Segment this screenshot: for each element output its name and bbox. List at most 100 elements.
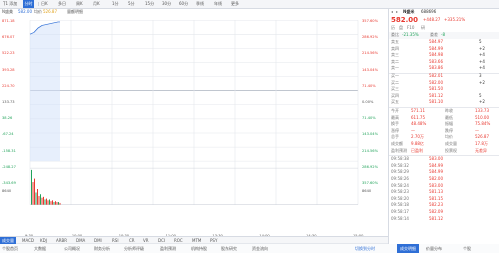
tab-trade-detail[interactable]: 成交明细 (397, 244, 419, 253)
order-price: 583.86 (429, 65, 443, 71)
sell-level[interactable]: 卖三 584.98 +4 (389, 52, 499, 59)
nav-finance[interactable]: 财务分析 (94, 244, 110, 253)
tab-multi-day[interactable]: 多日 (58, 0, 66, 8)
tab-intraday[interactable]: 分时 (23, 0, 34, 8)
tag-board[interactable]: 盘 (399, 25, 403, 32)
tick-price: 583.00 (429, 182, 443, 188)
tab-weekly[interactable]: 周K (76, 0, 83, 8)
tick-price: 582.23 (429, 202, 443, 208)
tab-5min[interactable]: 5分 (128, 0, 135, 8)
tag-f10[interactable]: F10 (407, 25, 414, 32)
tab-stock[interactable]: 个股 (463, 244, 471, 253)
sell-level[interactable]: 卖二 583.66 +4 (389, 59, 499, 66)
stat-l1: 总手 (391, 134, 399, 140)
indicator-dma[interactable]: DMA (74, 237, 87, 244)
y-tick-left: -158.31 (2, 148, 16, 153)
nav-holders[interactable]: 股东研究 (221, 244, 237, 253)
tick-price: 583.00 (429, 156, 443, 162)
next-arrow-icon[interactable]: ▸ (396, 9, 398, 16)
order-price: 581.50 (429, 86, 443, 92)
tick-price: 581.13 (429, 189, 443, 195)
y-tick-right: 0.00% (362, 100, 374, 104)
indicator-psy[interactable]: PSY (208, 237, 219, 244)
indicator-kdj[interactable]: KDJ (38, 237, 49, 244)
tick-time: 09:58:29 (391, 169, 409, 175)
tag-history[interactable]: 历 (391, 25, 395, 32)
tick-price: 581.15 (429, 195, 443, 201)
tab-season[interactable]: 季线 (196, 0, 204, 8)
y-tick-right: 143.04% (362, 67, 378, 72)
nav-home[interactable]: 个股首页 (2, 244, 18, 253)
tab-1min[interactable]: 1分 (112, 0, 119, 8)
trade-tick-row: 09:58:23 581.13 (389, 189, 499, 196)
tab-60min[interactable]: 60分 (179, 0, 188, 8)
sell-level[interactable]: 卖一 583.86 +4 (389, 65, 499, 72)
tab-year[interactable]: 年线 (214, 0, 222, 8)
indicator-mtm[interactable]: MTM (190, 237, 203, 244)
order-price: 584.98 (429, 52, 443, 58)
order-level-label: 卖一 (391, 65, 399, 71)
stat-l1: 换手 (391, 121, 399, 127)
tab-15min[interactable]: 15分 (145, 0, 154, 8)
bottom-nav: 个股首页 大数据 公司概况 财务分析 分析师评级 盈利预测 机构持股 股东研究 … (0, 244, 499, 253)
nav-bigdata[interactable]: 大数据 (34, 244, 46, 253)
axis-labels: 871.18 357.60% 676.07 286.92% 522.23 214.56% 3… (0, 15, 388, 238)
last-price: 582.00 (391, 16, 419, 24)
weibi-label: 委比 (391, 32, 399, 37)
order-price: 584.97 (429, 39, 443, 44)
nav-institution[interactable]: 机构持股 (191, 244, 207, 253)
stat-row: 最高 611.75 最低 510.00 (389, 115, 499, 122)
price-change: +448.27 (423, 17, 441, 22)
order-price: 581.10 (429, 99, 443, 105)
sell-level[interactable]: 卖四 584.99 +2 (389, 46, 499, 53)
indicator-arbr[interactable]: ARBR (54, 237, 69, 244)
tab-30min[interactable]: 30分 (162, 0, 171, 8)
indicator-dmi[interactable]: DMI (92, 237, 104, 244)
buy-level[interactable]: 买二 582.00 +2 (389, 80, 499, 87)
indicator-cr[interactable]: CR (127, 237, 137, 244)
nav-profile[interactable]: 公司概况 (64, 244, 80, 253)
buy-level[interactable]: 买四 581.12 5 (389, 93, 499, 100)
indicator-volume[interactable]: 成交量 (0, 237, 16, 244)
trade-tick-row: 09:58:18 582.23 (389, 202, 499, 209)
trade-tick-row: 09:58:17 582.09 (389, 209, 499, 216)
volume-max-label-right: 8640 (362, 189, 372, 193)
indicator-macd[interactable]: MACD (20, 237, 36, 244)
tab-daily[interactable]: 日K (41, 0, 48, 8)
y-tick-right: 357.60% (362, 181, 378, 185)
tag-research[interactable]: 研 (421, 25, 425, 32)
switch-intraday-button[interactable]: 切换到分时 (355, 244, 375, 253)
order-volume: 3 (479, 73, 482, 78)
tab-price-volume[interactable]: 价量分布 (426, 244, 442, 253)
y-tick-left: -67.24 (2, 132, 14, 137)
stat-l2: 振幅 (445, 121, 453, 127)
sell-level[interactable]: 卖五 584.97 5 (389, 39, 499, 46)
trade-tick-row: 09:58:29 584.99 (389, 169, 499, 176)
nav-rating[interactable]: 分析师评级 (124, 244, 144, 253)
add-button[interactable]: Ṭ1 添加 (3, 0, 23, 8)
stat-l2: 投票权 (445, 147, 457, 153)
tab-monthly[interactable]: 月K (93, 0, 100, 8)
tick-time: 09:58:26 (391, 176, 409, 181)
buy-level[interactable]: 买三 581.50 (389, 86, 499, 93)
app-root: Ṭ1 添加 分时 日K 多日 周K 月K 1分 5分 15分 30分 60分 季… (0, 0, 499, 253)
nav-forecast[interactable]: 盈利预测 (160, 244, 176, 253)
order-level-label: 买五 (391, 99, 399, 105)
buy-level[interactable]: 买五 581.10 +2 (389, 99, 499, 106)
stat-v2: 75.84% (475, 121, 491, 127)
stat-row: 总手 2.70万 均价 526.87 (389, 134, 499, 141)
volume-max-label: 8640 (2, 189, 12, 193)
prev-arrow-icon[interactable]: ◂ (391, 9, 393, 16)
buy-level[interactable]: 买一 582.01 3 (389, 73, 499, 80)
indicator-roc[interactable]: ROC (172, 237, 185, 244)
tab-more[interactable]: 更多 (231, 0, 239, 8)
indicator-dci[interactable]: DCI (156, 237, 167, 244)
stat-row: 今开 571.11 昨收 133.73 (389, 108, 499, 115)
indicator-rsi[interactable]: RSI (110, 237, 121, 244)
tick-price: 584.99 (429, 169, 443, 175)
stat-v1: 611.75 (411, 114, 425, 120)
trade-tick-row: 09:58:24 583.00 (389, 183, 499, 190)
order-volume: 5 (479, 92, 482, 98)
indicator-vr[interactable]: VR (141, 237, 151, 244)
nav-capital[interactable]: 资金流向 (252, 244, 268, 253)
